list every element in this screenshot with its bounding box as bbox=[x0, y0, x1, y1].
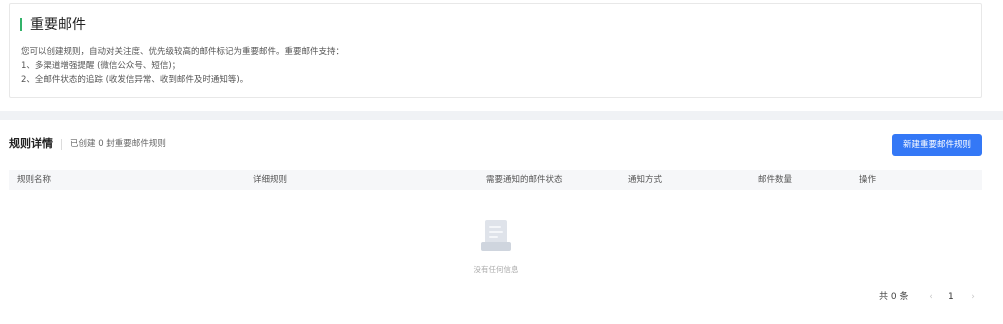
info-description: 您可以创建规则，自动对关注度、优先级较高的邮件标记为重要邮件。重要邮件支持： bbox=[21, 47, 345, 57]
info-box: 重要邮件 您可以创建规则，自动对关注度、优先级较高的邮件标记为重要邮件。重要邮件… bbox=[9, 3, 982, 98]
chevron-left-icon[interactable]: ‹ bbox=[926, 290, 936, 304]
rules-header: 规则详情 已创建 0 封重要邮件规则 bbox=[9, 136, 166, 152]
rules-title: 规则详情 bbox=[9, 137, 53, 150]
header-divider bbox=[61, 138, 62, 150]
rules-count: 已创建 0 封重要邮件规则 bbox=[70, 139, 166, 149]
pagination-total: 共 0 条 bbox=[879, 292, 909, 302]
col-mail-count: 邮件数量 bbox=[758, 175, 793, 185]
new-rule-button[interactable]: 新建重要邮件规则 bbox=[892, 134, 982, 156]
pagination-page[interactable]: 1 bbox=[948, 290, 954, 304]
col-rule-name: 规则名称 bbox=[17, 175, 52, 185]
info-feature-1: 1、多渠道增强提醒 (微信公众号、短信)； bbox=[21, 61, 181, 71]
empty-state-text: 没有任何信息 bbox=[473, 265, 519, 274]
page-title: 重要邮件 bbox=[20, 16, 86, 34]
rules-panel: 规则详情 已创建 0 封重要邮件规则 新建重要邮件规则 规则名称 详细规则 需要… bbox=[0, 120, 1003, 324]
col-notify-status: 需要通知的邮件状态 bbox=[486, 175, 563, 185]
document-icon bbox=[481, 220, 511, 251]
col-notify-method: 通知方式 bbox=[628, 175, 663, 185]
info-feature-2: 2、全邮件状态的追踪 (收发信异常、收到邮件及时通知等)。 bbox=[21, 75, 249, 85]
chevron-right-icon[interactable]: › bbox=[968, 290, 978, 304]
col-rule-detail: 详细规则 bbox=[253, 175, 288, 185]
table-header: 规则名称 详细规则 需要通知的邮件状态 通知方式 邮件数量 操作 bbox=[9, 170, 982, 190]
col-actions: 操作 bbox=[859, 175, 877, 185]
info-card: 重要邮件 您可以创建规则，自动对关注度、优先级较高的邮件标记为重要邮件。重要邮件… bbox=[0, 0, 1003, 111]
